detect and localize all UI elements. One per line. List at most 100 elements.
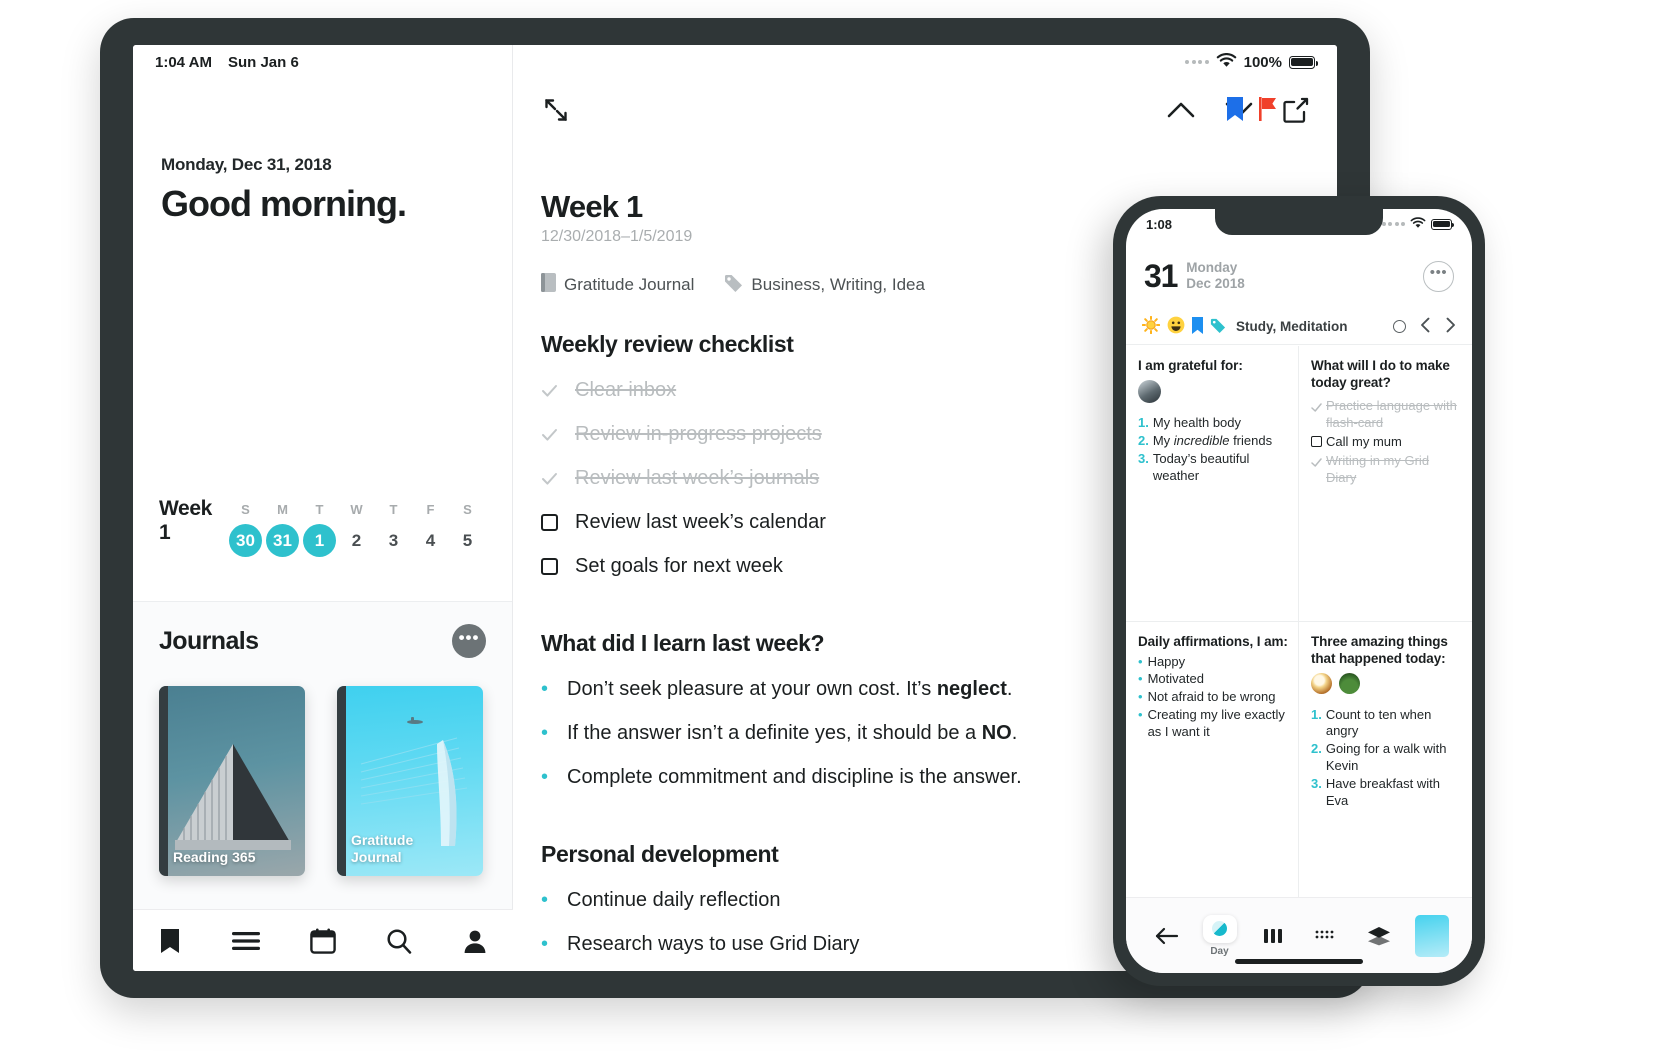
share-icon[interactable] xyxy=(1283,97,1309,128)
bullet-label: Don’t seek pleasure at your own cost. It… xyxy=(567,678,1013,700)
week-day-number[interactable]: 31 xyxy=(266,524,299,557)
cell-heading: Daily affirmations, I am: xyxy=(1138,633,1288,649)
week-day-number[interactable]: 3 xyxy=(377,524,410,557)
journals-title: Journals xyxy=(159,626,259,655)
book-icon[interactable] xyxy=(158,928,182,954)
bullet-dot-icon: • xyxy=(541,678,549,700)
grid-cell-affirmations[interactable]: Daily affirmations, I am: • Happy • Moti… xyxy=(1126,621,1299,897)
journal-name[interactable]: Gratitude Journal xyxy=(564,275,694,295)
editor-flags xyxy=(1227,97,1277,126)
search-icon[interactable] xyxy=(386,928,412,954)
item-text: Motivated xyxy=(1147,671,1204,687)
bullet-dot-icon: • xyxy=(1138,671,1143,687)
person-icon[interactable] xyxy=(462,928,488,954)
journal-cover-gratitude[interactable]: Gratitude Journal xyxy=(337,686,483,876)
tab-day-label: Day xyxy=(1210,945,1229,957)
item-text: Count to ten when angry xyxy=(1325,706,1432,739)
week-day-cell[interactable]: S 5 xyxy=(449,502,486,557)
list-icon[interactable] xyxy=(232,931,260,951)
bookmark-icon[interactable] xyxy=(1192,316,1203,337)
day-view-button[interactable] xyxy=(1202,914,1237,943)
entry-tags[interactable]: Business, Writing, Idea xyxy=(751,275,925,295)
week-day-cell[interactable]: F 4 xyxy=(412,502,449,557)
journals-more-button[interactable]: ••• xyxy=(452,624,486,658)
back-button[interactable] xyxy=(1140,927,1193,945)
pyramid-illustration xyxy=(175,744,291,850)
more-options-button[interactable]: ••• xyxy=(1423,260,1454,292)
item-text: Happy xyxy=(1147,653,1186,669)
week-dow: T xyxy=(315,502,324,517)
item-text: Writing in my Grid Diary xyxy=(1326,452,1430,485)
item-text: Have breakfast with Eva xyxy=(1325,776,1441,808)
checklist-item: Call my mum xyxy=(1311,434,1462,451)
bullet-dot-icon: • xyxy=(541,766,549,788)
week-dow: F xyxy=(426,502,435,517)
item-text: Not afraid to be wrong xyxy=(1147,689,1276,705)
item-text: Practice language with flash-card xyxy=(1326,398,1457,430)
checklist-item: Writing in my Grid Diary xyxy=(1311,453,1462,487)
calendar-icon[interactable] xyxy=(310,928,336,954)
grid-cell-grateful[interactable]: I am grateful for: 1. My health body 2. … xyxy=(1126,346,1299,622)
wifi-icon xyxy=(1216,52,1237,72)
circle-icon[interactable] xyxy=(1393,320,1406,333)
checkbox-icon[interactable] xyxy=(541,558,558,575)
journal-icon xyxy=(541,273,556,297)
iphone-tags[interactable]: Study, Meditation xyxy=(1236,319,1348,334)
week-day-cell[interactable]: M 31 xyxy=(264,502,301,557)
chevron-right-icon[interactable] xyxy=(1445,317,1456,336)
tab-day[interactable]: Day xyxy=(1193,914,1246,957)
week-day-number[interactable]: 30 xyxy=(229,524,262,557)
item-text: Today’s beautiful weather xyxy=(1152,450,1250,483)
item-number: 3. xyxy=(1311,776,1322,792)
tab-columns[interactable] xyxy=(1246,928,1299,944)
bullet-dot-icon: • xyxy=(1138,653,1143,669)
iphone-device: 1:08 31 Monday Dec 2018 ••• Study, Medit… xyxy=(1113,196,1485,986)
flag-icon[interactable] xyxy=(1259,97,1277,126)
tab-grid[interactable] xyxy=(1299,929,1352,943)
checklist-label: Review last week’s journals xyxy=(575,467,820,489)
week-day-cell[interactable]: T 1 xyxy=(301,502,338,557)
bullet-item: • Happy xyxy=(1138,654,1288,671)
checklist-label: Review in-progress projects xyxy=(575,423,822,445)
bullet-label: Research ways to use Grid Diary xyxy=(567,933,860,955)
check-icon xyxy=(1311,400,1322,412)
numbered-item: 3. Today’s beautiful weather xyxy=(1138,451,1288,485)
chevron-up-icon[interactable] xyxy=(1167,101,1195,124)
week-label: Week 1 xyxy=(159,497,212,544)
week-day-number[interactable]: 1 xyxy=(303,524,336,557)
mood-emoji-icon[interactable] xyxy=(1167,316,1185,337)
week-day-cell[interactable]: S 30 xyxy=(227,502,264,557)
week-day-number[interactable]: 5 xyxy=(451,524,484,557)
item-text: Going for a walk with Kevin xyxy=(1325,741,1447,774)
item-number: 1. xyxy=(1311,706,1322,722)
week-day-number[interactable]: 2 xyxy=(340,524,373,557)
weather-sun-icon[interactable] xyxy=(1141,315,1161,337)
item-text: My health body xyxy=(1152,415,1242,430)
iphone-status-bar: 1:08 xyxy=(1126,209,1472,239)
chevron-left-icon[interactable] xyxy=(1420,317,1431,336)
grid-cell-today-great[interactable]: What will I do to make today great? Prac… xyxy=(1299,346,1472,622)
tag-icon xyxy=(1210,318,1226,336)
theme-swatch[interactable] xyxy=(1405,914,1458,957)
week-day-number[interactable]: 4 xyxy=(414,524,447,557)
check-icon xyxy=(1311,455,1322,467)
week-day-cell[interactable]: W 2 xyxy=(338,502,375,557)
checkbox-icon[interactable] xyxy=(1311,435,1322,447)
tab-layers[interactable] xyxy=(1352,926,1405,946)
week-dow: S xyxy=(463,502,472,517)
ipad-status-bar: 1:04 AM Sun Jan 6 xyxy=(133,45,513,79)
bookmark-icon[interactable] xyxy=(1227,97,1243,126)
bullet-dot-icon: • xyxy=(541,722,549,744)
battery-percent: 100% xyxy=(1243,53,1282,71)
theme-swatch-preview[interactable] xyxy=(1414,914,1449,957)
numbered-item: 2. Going for a walk with Kevin xyxy=(1311,741,1462,775)
collapse-icon[interactable] xyxy=(541,95,571,130)
screenshot-stage: 1:04 AM Sun Jan 6 Monday, Dec 31, 2018 G… xyxy=(0,0,1666,1061)
greeting-text: Good morning. xyxy=(161,183,407,224)
journal-cover-reading365[interactable]: Reading 365 xyxy=(159,686,305,876)
day-dot-icon xyxy=(1212,921,1227,936)
grid-cell-amazing-things[interactable]: Three amazing things that happened today… xyxy=(1299,622,1472,898)
week-day-cell[interactable]: T 3 xyxy=(375,502,412,557)
checkbox-icon[interactable] xyxy=(541,514,558,531)
greeting-date: Monday, Dec 31, 2018 xyxy=(161,155,332,174)
